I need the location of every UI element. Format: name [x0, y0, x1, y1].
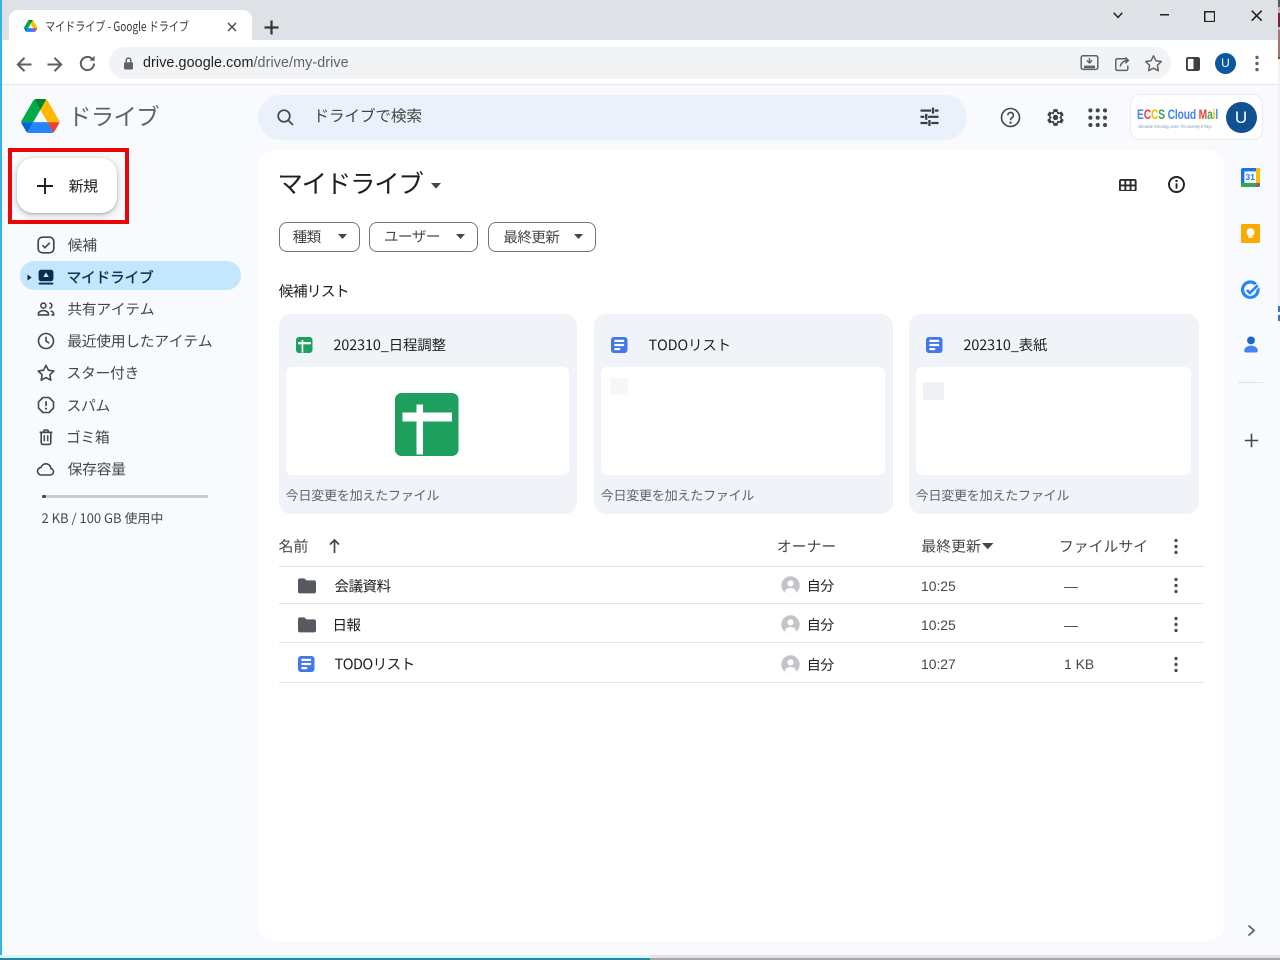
svg-text:31: 31	[1246, 173, 1256, 182]
